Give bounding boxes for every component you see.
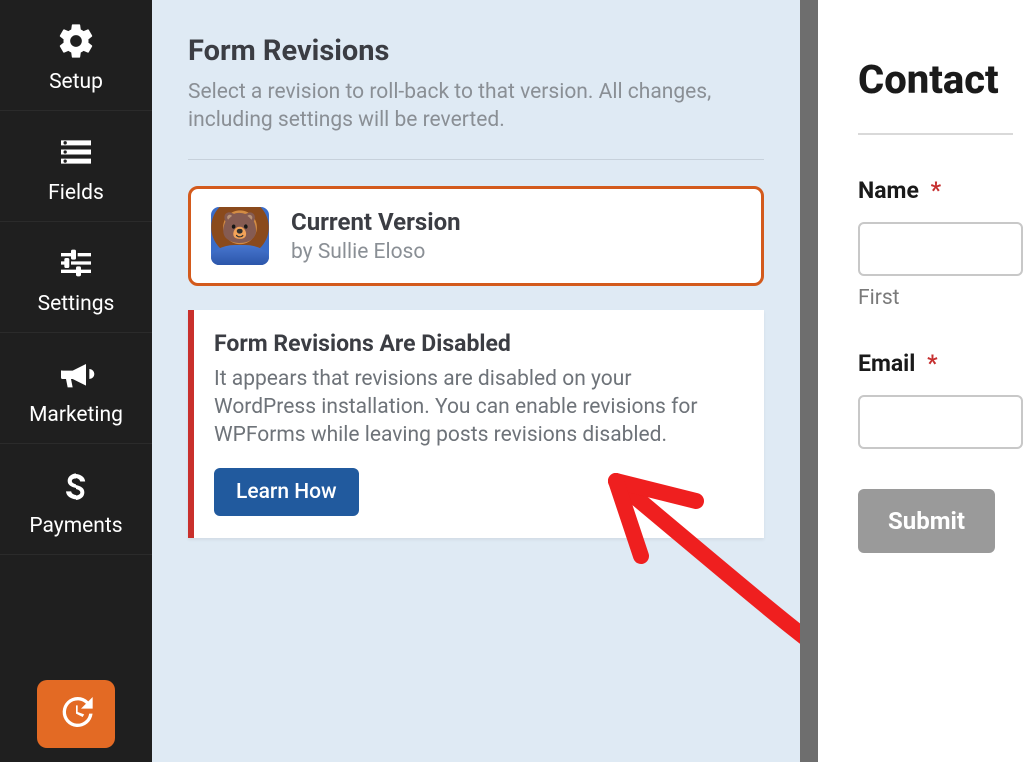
panel-subtitle: Select a revision to roll-back to that v… [188,78,764,135]
notice-title: Form Revisions Are Disabled [214,330,738,357]
sidebar-footer [0,666,152,762]
builder-sidebar: Setup Fields Settings Marketing Payments [0,0,152,762]
author-avatar [211,207,269,265]
form-heading: Contact [858,56,1024,103]
sidebar-item-label: Settings [38,292,115,316]
learn-how-button[interactable]: Learn How [214,468,359,516]
megaphone-icon [53,351,99,397]
revisions-disabled-notice: Form Revisions Are Disabled It appears t… [188,310,764,538]
field-sublabel-first: First [858,286,1024,310]
sidebar-item-fields[interactable]: Fields [0,111,152,222]
sidebar-item-label: Marketing [29,403,123,427]
submit-button[interactable]: Submit [858,489,995,553]
required-mark: * [931,177,941,204]
gear-icon [53,18,99,64]
revisions-panel: Form Revisions Select a revision to roll… [152,0,800,762]
sidebar-item-payments[interactable]: Payments [0,444,152,555]
required-mark: * [927,350,937,377]
sidebar-item-label: Fields [48,181,104,205]
email-input[interactable] [858,395,1023,449]
field-label-name: Name * [858,177,1024,204]
revisions-history-button[interactable] [37,680,115,748]
revision-byline: by Sullie Eloso [291,240,461,264]
sidebar-item-marketing[interactable]: Marketing [0,333,152,444]
divider [188,159,764,160]
form-preview: Contact Name * First Email * Submit [818,0,1024,762]
sidebar-item-label: Setup [49,70,103,94]
sidebar-item-setup[interactable]: Setup [0,0,152,111]
sidebar-item-settings[interactable]: Settings [0,222,152,333]
field-label-email: Email * [858,350,1024,377]
revision-title: Current Version [291,208,461,236]
dollar-icon [53,462,99,508]
sidebar-item-label: Payments [29,514,122,538]
current-revision-card[interactable]: Current Version by Sullie Eloso [188,186,764,286]
name-first-input[interactable] [858,222,1023,276]
sliders-icon [53,240,99,286]
panel-title: Form Revisions [188,34,764,68]
history-icon [56,692,96,736]
preview-divider [858,133,1013,135]
notice-body: It appears that revisions are disabled o… [214,365,738,450]
list-icon [53,129,99,175]
